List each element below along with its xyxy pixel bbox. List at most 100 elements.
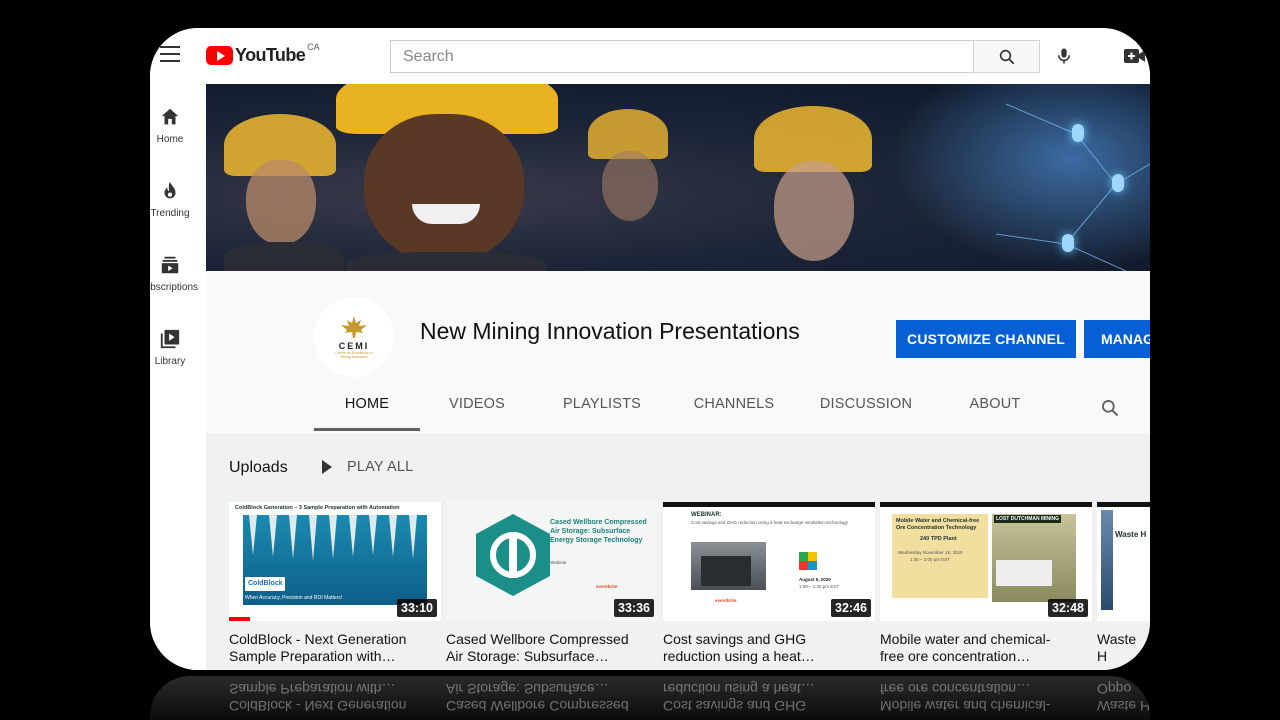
microphone-icon xyxy=(1058,48,1070,64)
search-box xyxy=(390,40,974,73)
maple-leaf-icon xyxy=(341,316,367,338)
video-title-line: Cased Wellbore Compressed xyxy=(446,631,629,647)
event-info-panel: Mobile Water and Chemical-free Ore Conce… xyxy=(892,514,988,598)
video-title-line: reduction using a heat… xyxy=(663,648,815,664)
video-duration: 32:48 xyxy=(1048,599,1088,617)
section-title[interactable]: Uploads xyxy=(229,459,288,477)
reflection-text: Cost savings and GHG xyxy=(663,698,807,714)
building-photo xyxy=(691,542,766,590)
search-button[interactable] xyxy=(973,40,1040,73)
video-title-line: Waste H xyxy=(1097,631,1137,664)
channel-banner xyxy=(206,84,1150,271)
reflection-text: Mobile water and chemical- xyxy=(880,698,1051,714)
video-title-line: Cost savings and GHG xyxy=(663,631,807,647)
reflection-text: free ore concentration… xyxy=(880,681,1031,697)
video-thumbnail[interactable]: ColdBlock Generation – 3 Sample Preparat… xyxy=(229,502,441,621)
sidebar: Home Trending Subscriptions Library xyxy=(150,84,206,670)
tab-videos[interactable]: VIDEOS xyxy=(420,375,534,433)
video-title[interactable]: Mobile water and chemical- free ore conc… xyxy=(880,631,1092,665)
video-title-line: free ore concentration… xyxy=(880,648,1031,664)
thumbnail-logo: ColdBlock xyxy=(245,577,285,591)
reflection-text: Air Storage: Subsurface… xyxy=(446,681,609,697)
avatar-logo-subtext: Centre for Excellence in Mining Innovati… xyxy=(335,351,373,359)
avatar-logo-text: CEMI xyxy=(338,341,370,351)
search-icon xyxy=(999,49,1014,64)
reflection-text: Sample Preparation with… xyxy=(229,681,396,697)
uploads-section: Uploads PLAY ALL ColdBlock Generation – … xyxy=(206,433,1150,670)
network-node xyxy=(1112,174,1124,192)
channel-name: New Mining Innovation Presentations xyxy=(420,318,800,344)
channel-search-icon[interactable] xyxy=(1100,398,1120,418)
play-all-button[interactable]: PLAY ALL xyxy=(322,459,413,475)
video-card[interactable]: Waste H Waste H Oppo xyxy=(1097,502,1150,665)
voice-search-button[interactable] xyxy=(1050,42,1078,70)
video-add-icon xyxy=(1124,49,1145,63)
video-thumbnail[interactable]: Waste H xyxy=(1097,502,1150,621)
video-title-line: Air Storage: Subsurface… xyxy=(446,648,609,664)
mining-plant-photo: LOST DUTCHMAN MINING xyxy=(992,514,1076,602)
channel-tabs: HOME VIDEOS PLAYLISTS CHANNELS DISCUSSIO… xyxy=(314,375,1056,433)
channel-avatar[interactable]: CEMI Centre for Excellence in Mining Inn… xyxy=(314,297,394,377)
video-title[interactable]: ColdBlock - Next Generation Sample Prepa… xyxy=(229,631,441,665)
sidebar-item-label: Trending xyxy=(150,208,190,219)
network-node xyxy=(1072,124,1084,142)
sidebar-item-subscriptions[interactable]: Subscriptions xyxy=(150,254,198,293)
youtube-play-icon xyxy=(206,46,233,65)
flame-icon xyxy=(164,181,176,199)
menu-icon[interactable] xyxy=(160,46,180,62)
video-title-line: ColdBlock - Next Generation xyxy=(229,631,407,647)
watch-progress-bar xyxy=(229,617,250,621)
video-duration: 33:36 xyxy=(614,599,654,617)
cased-wellbore-logo xyxy=(476,514,550,596)
reflection-text: ColdBlock - Next Generation xyxy=(229,698,407,714)
create-video-button[interactable] xyxy=(1122,46,1146,68)
video-duration: 33:10 xyxy=(397,599,437,617)
video-card[interactable]: Mobile Water and Chemical-free Ore Conce… xyxy=(880,502,1092,665)
video-thumbnail[interactable]: Cased Wellbore Compressed Air Storage: S… xyxy=(446,502,658,621)
app-window: YouTube CA Home Trending Subscriptions xyxy=(150,28,1150,670)
video-title[interactable]: Cost savings and GHG reduction using a h… xyxy=(663,631,875,665)
video-thumbnail[interactable]: WEBINAR: Cost savings and GHG reduction … xyxy=(663,502,875,621)
sidebar-item-library[interactable]: Library xyxy=(150,328,190,367)
event-logo xyxy=(799,552,817,570)
manage-videos-button[interactable]: MANAGE VIDEOS xyxy=(1084,320,1150,358)
tab-channels[interactable]: CHANNELS xyxy=(670,375,798,433)
screen-reflection: ColdBlock - Next Generation Sample Prepar… xyxy=(150,676,1150,720)
search-input[interactable] xyxy=(391,41,973,72)
top-bar: YouTube CA xyxy=(150,28,1150,84)
customize-channel-button[interactable]: CUSTOMIZE CHANNEL xyxy=(896,320,1076,358)
library-icon xyxy=(160,329,180,349)
video-card[interactable]: WEBINAR: Cost savings and GHG reduction … xyxy=(663,502,875,665)
reflection-text: Cased Wellbore Compressed xyxy=(446,698,629,714)
sidebar-item-home[interactable]: Home xyxy=(150,106,190,145)
home-icon xyxy=(161,108,179,125)
video-title-line: Sample Preparation with… xyxy=(229,648,396,664)
video-card[interactable]: ColdBlock Generation – 3 Sample Preparat… xyxy=(229,502,441,665)
thumbnail-caption: When Accuracy, Precision and ROI Matters… xyxy=(245,595,343,601)
region-code: CA xyxy=(307,41,320,52)
sidebar-item-label: Subscriptions xyxy=(150,282,199,293)
video-card[interactable]: Cased Wellbore Compressed Air Storage: S… xyxy=(446,502,658,665)
youtube-logo[interactable]: YouTube CA xyxy=(206,41,320,66)
play-all-label: PLAY ALL xyxy=(347,459,414,475)
video-title-line: Mobile water and chemical- xyxy=(880,631,1051,647)
subscriptions-icon xyxy=(161,256,179,274)
tab-discussion[interactable]: DISCUSSION xyxy=(798,375,934,433)
reflection-text: Oppo xyxy=(1097,681,1132,697)
sidebar-item-label: Library xyxy=(154,356,186,367)
channel-header: CEMI Centre for Excellence in Mining Inn… xyxy=(206,271,1150,433)
tab-about[interactable]: ABOUT xyxy=(934,375,1056,433)
video-thumbnail[interactable]: Mobile Water and Chemical-free Ore Conce… xyxy=(880,502,1092,621)
network-node xyxy=(1062,234,1074,252)
youtube-wordmark: YouTube xyxy=(235,45,306,65)
sidebar-item-label: Home xyxy=(156,134,184,145)
sidebar-item-trending[interactable]: Trending xyxy=(150,180,190,219)
video-duration: 32:46 xyxy=(831,599,871,617)
tab-home[interactable]: HOME xyxy=(314,375,420,433)
reflection-text: reduction using a heat… xyxy=(663,681,815,697)
video-title[interactable]: Waste H Oppo xyxy=(1097,631,1150,665)
tab-playlists[interactable]: PLAYLISTS xyxy=(534,375,670,433)
video-title[interactable]: Cased Wellbore Compressed Air Storage: S… xyxy=(446,631,658,665)
play-icon xyxy=(322,460,332,474)
reflection-text: Waste H xyxy=(1097,698,1150,714)
